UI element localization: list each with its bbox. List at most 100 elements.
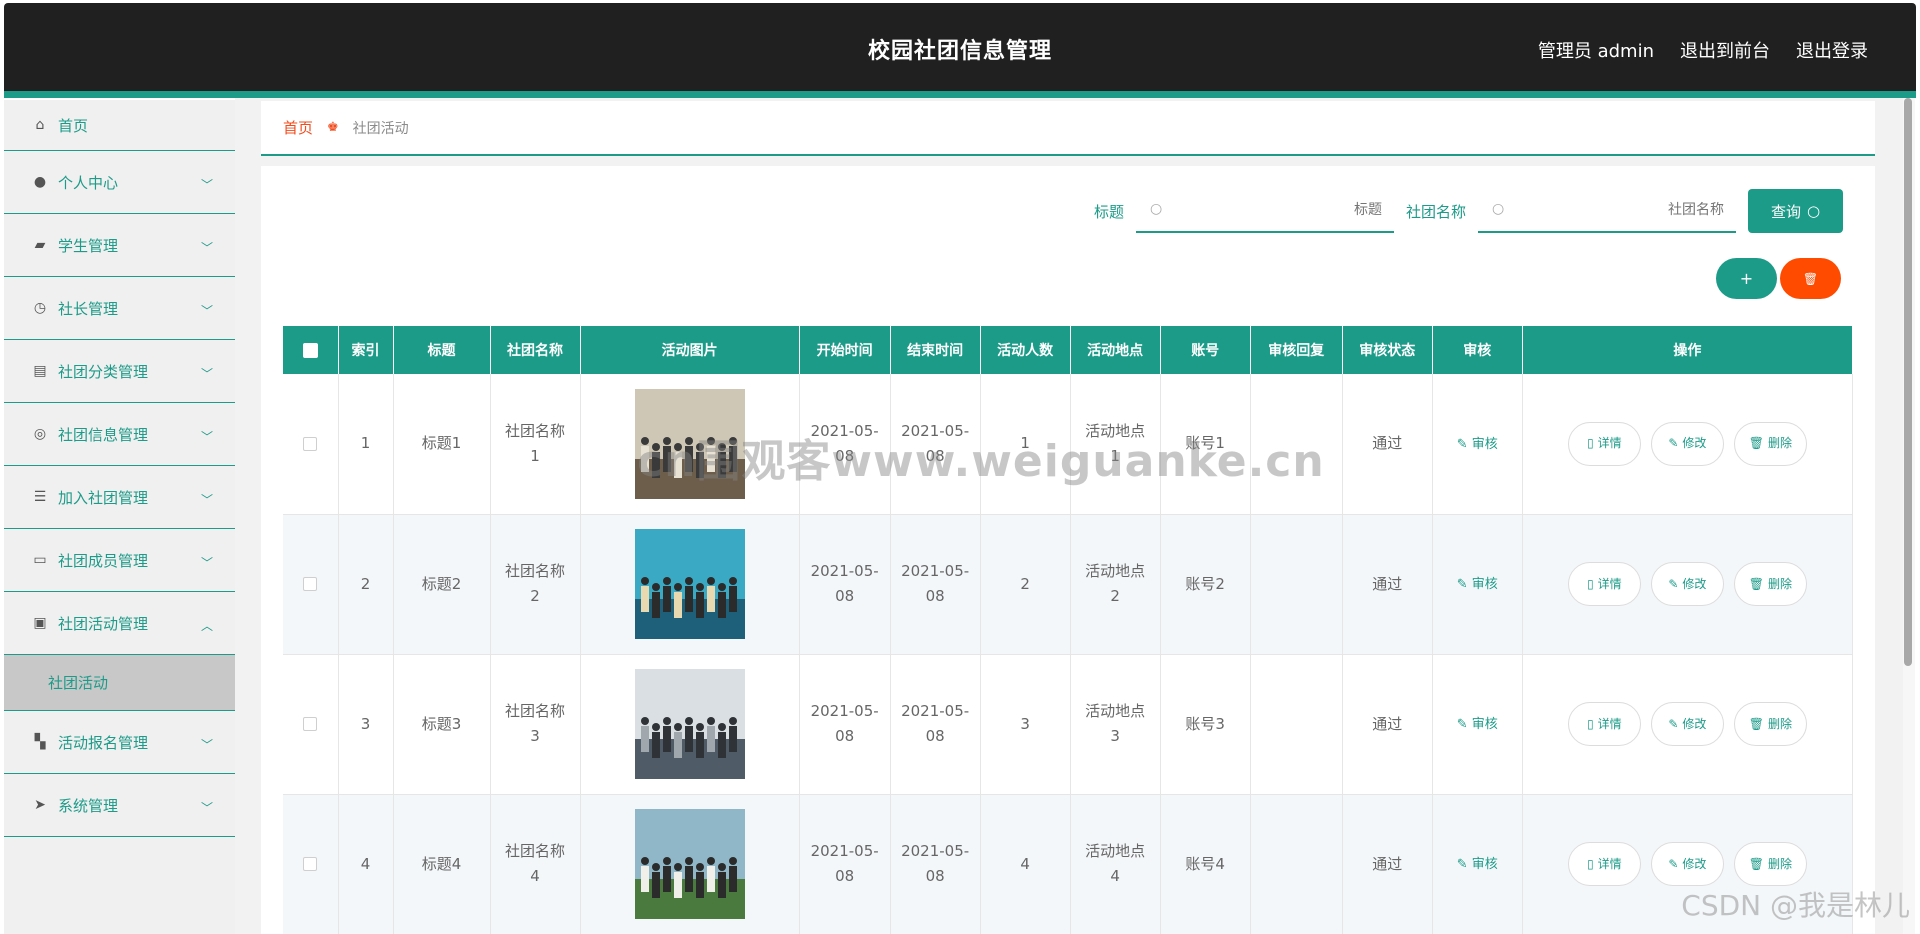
index-cell: 3 [338,654,394,795]
column-header: 审核回复 [1250,326,1343,374]
edit-pen-icon: ✎ [1456,436,1472,452]
row-operations: ▯ 详情 ✎ 修改 🗑 删除 [1533,702,1842,746]
club-cell: 社团名称1 [490,374,581,515]
chevron-down-icon: ﹀ [200,801,213,815]
chevron-down-icon: ﹀ [200,493,213,507]
audit-link[interactable]: ✎ 审核 [1457,857,1498,872]
edit-button[interactable]: ✎ 修改 [1650,421,1724,466]
sidebar-item[interactable]: ⌂ 首页 [4,100,235,151]
sidebar-item[interactable]: ▰ 学生管理 ﹀ [4,214,235,277]
activity-photo [634,388,745,499]
start-time-cell: 2021-05-08 [799,374,891,515]
list-icon: ☰ [33,489,47,505]
sidebar-item[interactable]: ▣ 社团活动管理 ︿ [4,592,235,655]
activity-photo [634,669,745,779]
sidebar-item[interactable]: ◎ 社团信息管理 ﹀ [4,403,235,466]
row-checkbox[interactable] [303,857,318,871]
back-to-front-link[interactable]: 退出到前台 [1680,37,1770,63]
edit-button-label: 修改 [1682,436,1707,451]
status-cell: 通过 [1342,654,1433,795]
title-cell: 标题3 [393,654,491,795]
detail-button[interactable]: ▯ 详情 [1567,421,1641,466]
detail-button[interactable]: ▯ 详情 [1567,702,1641,746]
detail-button[interactable]: ▯ 详情 [1567,842,1641,886]
sidebar-item[interactable]: ☰ 加入社团管理 ﹀ [4,466,235,529]
operations-cell: ▯ 详情 ✎ 修改 🗑 删除 [1522,654,1854,795]
audit-link[interactable]: ✎ 审核 [1457,437,1498,452]
sidebar-item-label: 社团分类管理 [58,362,149,381]
club-search-input[interactable] [1514,197,1724,223]
clipboard-icon: ▤ [33,363,47,379]
edit-pen-icon: ✎ [1456,857,1472,872]
photo-cell [580,514,800,655]
card-icon: ▭ [33,552,47,568]
audit-link[interactable]: ✎ 审核 [1457,717,1498,732]
account-cell: 账号1 [1160,374,1251,515]
logout-link[interactable]: 退出登录 [1796,37,1868,63]
end-time-cell: 2021-05-08 [890,514,981,655]
sidebar-item[interactable]: ▚ 活动报名管理 ﹀ [4,711,235,774]
reply-cell [1250,514,1343,655]
operations-cell: ▯ 详情 ✎ 修改 🗑 删除 [1522,794,1854,934]
row-checkbox[interactable] [303,436,318,451]
document-icon: ▯ [1587,576,1594,591]
breadcrumb-home[interactable]: 首页 [283,117,313,138]
query-button[interactable]: 查询 ○ [1748,189,1843,233]
ticket-icon: ▚ [34,734,46,750]
audit-link[interactable]: ✎ 审核 [1457,577,1498,592]
club-cell: 社团名称4 [490,794,581,934]
edit-pen-icon: ✎ [1456,577,1472,592]
admin-user-label[interactable]: 管理员 admin [1538,37,1654,63]
sidebar-item[interactable]: ◷ 社长管理 ﹀ [4,277,235,340]
row-checkbox[interactable] [303,577,318,591]
delete-button[interactable]: 🗑 删除 [1733,842,1807,886]
delete-button[interactable]: 🗑 删除 [1733,702,1807,746]
home-icon: ⌂ [35,117,45,133]
trash-icon: 🗑 [1748,716,1764,731]
table-row: 2 标题2 社团名称2 2021-05-08 2021-05-08 2 活动地点2 账号2 通过… [283,514,1854,655]
wallet-icon: ▰ [34,237,46,253]
chevron-down-icon: ﹀ [200,367,213,381]
chevron-down-icon: ﹀ [200,178,213,192]
sidebar-item[interactable]: ▭ 社团成员管理 ﹀ [4,529,235,592]
sidebar-item-label: 社长管理 [58,299,119,318]
row-select-cell [283,654,339,795]
edit-button-label: 修改 [1682,576,1707,591]
sidebar-subitem-active[interactable]: 社团活动 [4,655,235,711]
detail-button[interactable]: ▯ 详情 [1567,562,1641,606]
search-row: 标题 ○ 社团名称 ○ 查询 ○ [1094,189,1843,233]
content-panel: 标题 ○ 社团名称 ○ 查询 ○ + 🗑 索引标题社团名称活动图片开始时间结束时… [261,166,1875,934]
select-all-checkbox[interactable] [302,342,318,358]
sidebar-item[interactable]: ➤ 系统管理 ﹀ [4,774,235,837]
column-header: 审核状态 [1342,326,1433,374]
sidebar-item-label: 活动报名管理 [58,733,149,752]
edit-pen-icon: ✎ [1668,576,1679,591]
edit-button[interactable]: ✎ 修改 [1650,702,1724,746]
status-cell: 通过 [1342,794,1433,934]
column-header: 活动人数 [980,326,1071,374]
add-button[interactable]: + [1716,258,1777,299]
sidebar-item-label: 个人中心 [58,173,119,192]
delete-button[interactable]: 🗑 删除 [1733,562,1807,606]
sidebar-item[interactable]: ● 个人中心 ﹀ [4,151,235,214]
document-icon: ▯ [1587,716,1594,731]
end-time-cell: 2021-05-08 [890,794,981,934]
operations-cell: ▯ 详情 ✎ 修改 🗑 删除 [1522,514,1854,655]
delete-button[interactable]: 🗑 删除 [1733,421,1807,466]
scrollbar-thumb[interactable] [1904,98,1912,666]
edit-button[interactable]: ✎ 修改 [1650,842,1724,886]
title-search-input[interactable] [1171,197,1382,223]
start-time-cell: 2021-05-08 [799,794,891,934]
photo-cell [580,374,800,515]
audit-link-label: 审核 [1471,857,1498,872]
sidebar-item[interactable]: ▤ 社团分类管理 ﹀ [4,340,235,403]
batch-delete-button[interactable]: 🗑 [1780,258,1841,299]
edit-button-label: 修改 [1682,856,1707,871]
action-row: + 🗑 [1716,258,1841,299]
edit-button[interactable]: ✎ 修改 [1650,562,1724,606]
query-button-label: 查询 [1770,202,1801,221]
breadcrumb-separator-icon: ♚ [327,120,339,135]
edit-button-label: 修改 [1682,716,1707,731]
column-header: 标题 [393,326,491,374]
row-checkbox[interactable] [303,717,318,731]
